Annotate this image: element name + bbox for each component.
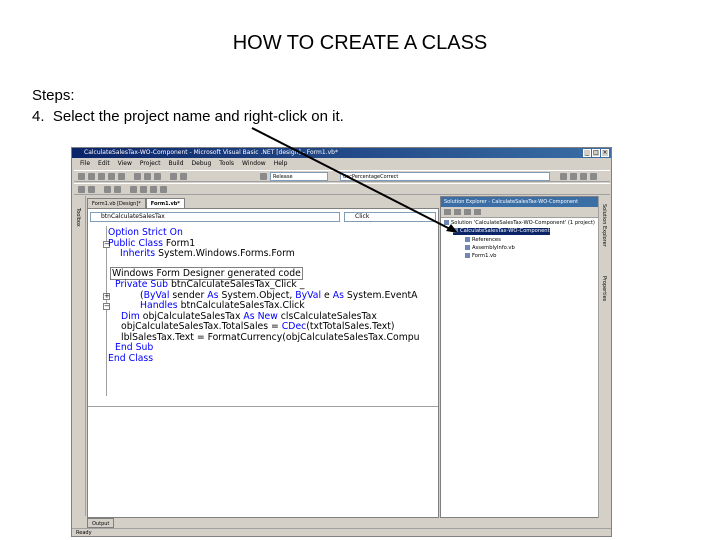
start-icon[interactable] [260, 173, 267, 180]
vb-file-icon [465, 245, 470, 250]
steps-heading: Steps: [32, 87, 75, 104]
tree-item-references[interactable]: References [465, 237, 501, 244]
project-icon [453, 228, 458, 233]
menu-window[interactable]: Window [242, 159, 266, 169]
document-tabs: Form1.vb [Design]* Form1.vb* [87, 198, 185, 208]
menu-tools[interactable]: Tools [219, 159, 234, 169]
window-titlebar: CalculateSalesTax-WO-Component - Microso… [72, 148, 611, 158]
cut-icon[interactable] [134, 173, 141, 180]
solution-icon [444, 220, 449, 225]
uncomment-icon[interactable] [114, 186, 121, 193]
config-combo[interactable]: Release [270, 172, 328, 181]
next-bookmark-icon[interactable] [140, 186, 147, 193]
outdent-icon[interactable] [88, 186, 95, 193]
solution-explorer-icon[interactable] [560, 173, 567, 180]
save-icon[interactable] [108, 173, 115, 180]
solution-explorer-toolbar [441, 207, 599, 218]
redo-icon[interactable] [180, 173, 187, 180]
refresh-icon[interactable] [464, 209, 471, 215]
solution-explorer-dock-tab[interactable]: Solution Explorer [601, 204, 607, 247]
add-item-icon[interactable] [88, 173, 95, 180]
toolbox-icon[interactable] [580, 173, 587, 180]
menu-build[interactable]: Build [168, 159, 183, 169]
ide-screenshot: CalculateSalesTax-WO-Component - Microso… [71, 147, 612, 537]
tab-form-code[interactable]: Form1.vb* [145, 198, 185, 208]
properties-icon[interactable] [474, 209, 481, 215]
menu-edit[interactable]: Edit [98, 159, 110, 169]
paste-icon[interactable] [154, 173, 161, 180]
copy-icon[interactable] [144, 173, 151, 180]
prev-bookmark-icon[interactable] [150, 186, 157, 193]
code-editor[interactable]: btnCalculateSalesTax Click − + − Option … [87, 208, 439, 518]
new-project-icon[interactable] [78, 173, 85, 180]
code-line: End Class [108, 352, 154, 364]
undo-icon[interactable] [170, 173, 177, 180]
tree-project[interactable]: CalculateSalesTax-WO-Component [453, 228, 550, 235]
properties-dock-tab[interactable]: Properties [601, 276, 607, 301]
menu-debug[interactable]: Debug [192, 159, 212, 169]
menu-bar: File Edit View Project Build Debug Tools… [72, 159, 611, 169]
slide-title: HOW TO CREATE A CLASS [232, 32, 488, 54]
method-combo[interactable]: Click [344, 212, 436, 222]
fold-guide [106, 226, 107, 396]
view-designer-icon[interactable] [454, 209, 461, 215]
tree-item-form1[interactable]: Form1.vb [465, 253, 496, 260]
bookmark-icon[interactable] [130, 186, 137, 193]
text-editor-toolbar [74, 183, 610, 195]
tab-output[interactable]: Output [87, 518, 115, 528]
references-icon [465, 237, 470, 242]
menu-project[interactable]: Project [140, 159, 161, 169]
close-icon[interactable]: × [601, 149, 609, 157]
fold-toggle[interactable]: − [103, 303, 110, 310]
fold-toggle[interactable]: + [103, 293, 110, 300]
step-4-text: 4. Select the project name and right-cli… [32, 108, 344, 125]
code-line: Windows Form Designer generated code [110, 267, 303, 280]
properties-icon[interactable] [570, 173, 577, 180]
solution-explorer: Solution Explorer - CalculateSalesTax-WO… [440, 196, 600, 518]
steps-text: Steps: 4. Select the project name and ri… [32, 85, 344, 127]
window-controls: _ □ × [583, 149, 609, 157]
toolbox-strip[interactable]: Toolbox [72, 196, 86, 516]
code-line: lblSalesTax.Text = FormatCurrency(objCal… [121, 331, 420, 343]
status-bar: Ready [72, 528, 611, 536]
tree-item-assemblyinfo[interactable]: AssemblyInfo.vb [465, 245, 515, 252]
standard-toolbar: Release decPercentageCorrect [74, 170, 610, 182]
menu-file[interactable]: File [80, 159, 90, 169]
minimize-icon[interactable]: _ [583, 149, 591, 157]
save-all-icon[interactable] [118, 173, 125, 180]
tab-form-design[interactable]: Form1.vb [Design]* [87, 198, 146, 208]
form-icon [465, 253, 470, 258]
right-dock-strip: Solution Explorer Properties [598, 196, 611, 518]
menu-help[interactable]: Help [274, 159, 288, 169]
tree-solution[interactable]: Solution 'CalculateSalesTax-WO-Component… [444, 220, 595, 227]
clear-bookmark-icon[interactable] [160, 186, 167, 193]
comment-icon[interactable] [104, 186, 111, 193]
open-icon[interactable] [98, 173, 105, 180]
menu-view[interactable]: View [118, 159, 132, 169]
find-combo[interactable]: decPercentageCorrect [340, 172, 550, 181]
code-line: Inherits System.Windows.Forms.Form [120, 248, 295, 259]
code-area[interactable]: − + − Option Strict On Public Class Form… [88, 226, 438, 407]
class-view-icon[interactable] [590, 173, 597, 180]
toolbox-label: Toolbox [75, 208, 81, 227]
solution-explorer-header: Solution Explorer - CalculateSalesTax-WO… [441, 197, 599, 207]
maximize-icon[interactable]: □ [592, 149, 600, 157]
output-tabs: Output [87, 518, 115, 528]
view-code-icon[interactable] [444, 209, 451, 215]
indent-icon[interactable] [78, 186, 85, 193]
class-combo[interactable]: btnCalculateSalesTax [90, 212, 340, 222]
